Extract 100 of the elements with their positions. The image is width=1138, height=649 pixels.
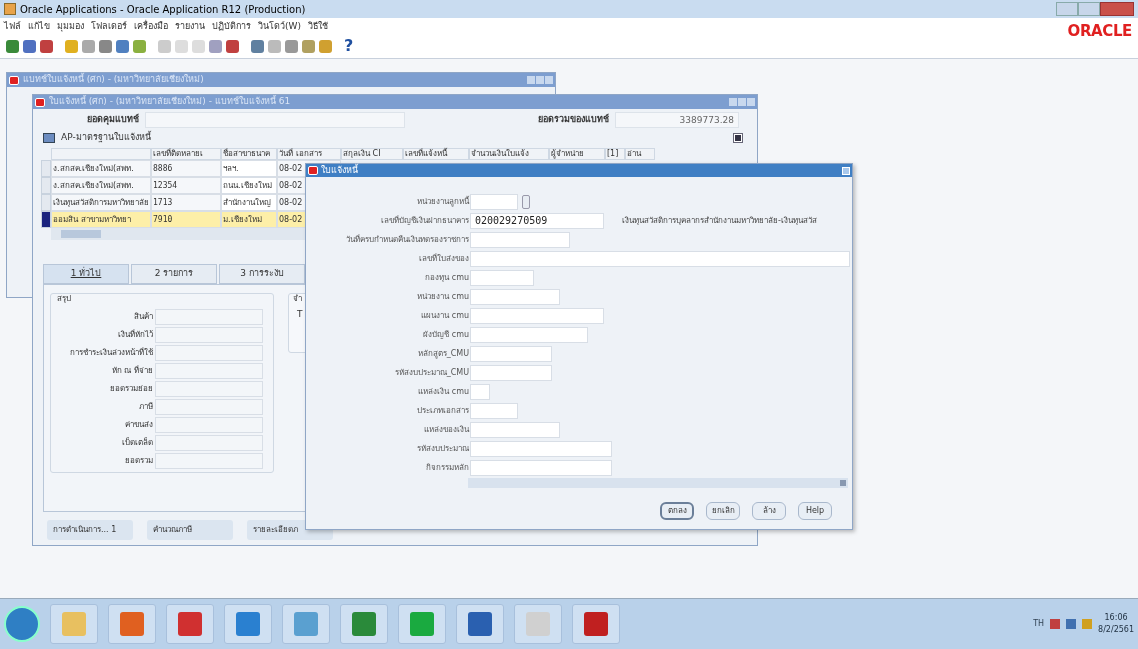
summary-field[interactable] [155, 308, 263, 325]
column-header: [1] [605, 148, 625, 160]
menu-item[interactable]: มุมมอง [57, 20, 84, 34]
app-icon [526, 612, 550, 636]
input-field[interactable] [470, 326, 588, 343]
oracle-window-icon [35, 97, 45, 107]
minimize-icon[interactable] [527, 76, 535, 84]
input-field[interactable] [470, 307, 604, 324]
input-field[interactable] [470, 364, 552, 381]
tab[interactable]: 3 การระงับ [219, 264, 305, 284]
folder-icon[interactable] [43, 133, 55, 143]
taskbar-button[interactable] [224, 604, 272, 644]
summary-field[interactable] [155, 416, 263, 433]
dialog-button[interactable]: ล้าง [752, 502, 786, 520]
taskbar-button[interactable] [340, 604, 388, 644]
app-icon [62, 612, 86, 636]
taskbar-button[interactable] [398, 604, 446, 644]
input-field[interactable] [470, 250, 850, 267]
batch-total-field[interactable]: 3389773.28 [615, 112, 739, 128]
maximize-icon[interactable] [536, 76, 544, 84]
toolbar-icon[interactable] [302, 39, 315, 53]
taskbar-button[interactable] [108, 604, 156, 644]
form-button[interactable]: การดำเนินการ... 1 [47, 520, 133, 540]
summary-field[interactable] [155, 398, 263, 415]
clock-time: 16:06 [1104, 612, 1128, 624]
dialog-button[interactable]: Help [798, 502, 832, 520]
toolbar-icon[interactable] [116, 39, 129, 53]
form-button[interactable]: คำนวณภาษี [147, 520, 233, 540]
input-field[interactable] [470, 402, 518, 419]
input-field[interactable] [470, 421, 560, 438]
dialog-button[interactable]: ตกลง [660, 502, 694, 520]
menu-item[interactable]: แก้ไข [28, 20, 50, 34]
row-selector[interactable] [41, 211, 51, 228]
field-label: หน่วยงาน cmu [416, 290, 470, 303]
tab[interactable]: 1 ทั่วไป [43, 264, 129, 284]
taskbar-button[interactable] [456, 604, 504, 644]
start-icon[interactable] [4, 606, 40, 642]
column-header: ผู้จำหน่าย [549, 148, 605, 160]
menu-item[interactable]: ปฏิบัติการ [212, 20, 251, 34]
menu-item[interactable]: เครื่องมือ [134, 20, 168, 34]
summary-field[interactable] [155, 326, 263, 343]
input-field[interactable] [470, 288, 560, 305]
tab[interactable]: 2 รายการ [131, 264, 217, 284]
toolbar-icon[interactable] [133, 39, 146, 53]
menu-item[interactable]: ไฟล์ [4, 20, 21, 34]
input-field[interactable]: 020029270509 [470, 212, 604, 229]
summary-field[interactable] [155, 434, 263, 451]
input-field[interactable] [470, 440, 612, 457]
toolbar-icon[interactable] [6, 39, 19, 53]
close-icon[interactable] [1100, 2, 1134, 16]
field-label: เลขที่ใบส่งของ [418, 252, 470, 265]
menu-item[interactable]: โฟลเดอร์ [91, 20, 127, 34]
language-indicator[interactable]: TH [1033, 618, 1045, 630]
taskbar-button[interactable] [166, 604, 214, 644]
field-label: ยอดรวม [124, 454, 154, 467]
help-icon[interactable]: ? [344, 34, 354, 58]
field-label: ประเภทเอกสาร [416, 404, 470, 417]
input-field[interactable] [470, 459, 612, 476]
taskbar-button[interactable] [572, 604, 620, 644]
list-of-values-icon[interactable] [522, 194, 530, 209]
input-field[interactable] [470, 345, 552, 362]
horizontal-scrollbar[interactable] [468, 478, 848, 488]
dialog-button[interactable]: ยกเลิก [706, 502, 740, 520]
toolbar-icon[interactable] [319, 39, 332, 53]
toolbar-icon[interactable] [99, 39, 112, 53]
menu-item[interactable]: รายงาน [175, 20, 205, 34]
summary-field[interactable] [155, 380, 263, 397]
toolbar-icon[interactable] [209, 39, 222, 53]
batch-control-field[interactable] [145, 112, 405, 128]
app-icon [236, 612, 260, 636]
summary-field[interactable] [155, 452, 263, 469]
field-label: รหัสงบประมาณ [416, 442, 470, 455]
toolbar-icon[interactable] [285, 39, 298, 53]
summary-field[interactable] [155, 344, 263, 361]
table-cell: ง.สกสค.เชียงใหม่(สพท. [51, 177, 151, 194]
folder-name[interactable]: AP-มาตรฐานใบแจ้งหนี้ [61, 131, 151, 145]
toolbar-icon[interactable] [40, 39, 53, 53]
scrollbar-thumb[interactable] [61, 230, 101, 238]
app-icon [584, 612, 608, 636]
scroll-right-icon[interactable] [840, 480, 846, 486]
minimize-icon[interactable] [1056, 2, 1078, 16]
oracle-logo: ORACLE [1067, 21, 1132, 42]
taskbar-button[interactable] [282, 604, 330, 644]
toolbar-icon[interactable] [251, 39, 264, 53]
maximize-icon[interactable] [738, 98, 746, 106]
toolbar-icon[interactable] [23, 39, 36, 53]
menu-item[interactable]: วิธีใช้ [307, 20, 328, 34]
menu-item[interactable]: วินโดว์(W) [258, 20, 301, 34]
minimize-icon[interactable] [729, 98, 737, 106]
toolbar-icon[interactable] [82, 39, 95, 53]
maximize-icon[interactable] [1078, 2, 1100, 16]
folder-checkbox[interactable] [733, 133, 743, 143]
field-label: ยอดรวมย่อย [109, 382, 154, 395]
input-field[interactable] [470, 383, 490, 400]
summary-field[interactable] [155, 362, 263, 379]
table-cell: ม.เชียงใหม่ [221, 211, 277, 228]
input-field[interactable] [470, 269, 534, 286]
input-field[interactable] [470, 231, 570, 248]
input-field[interactable] [470, 193, 518, 210]
toolbar-icon[interactable] [226, 39, 239, 53]
